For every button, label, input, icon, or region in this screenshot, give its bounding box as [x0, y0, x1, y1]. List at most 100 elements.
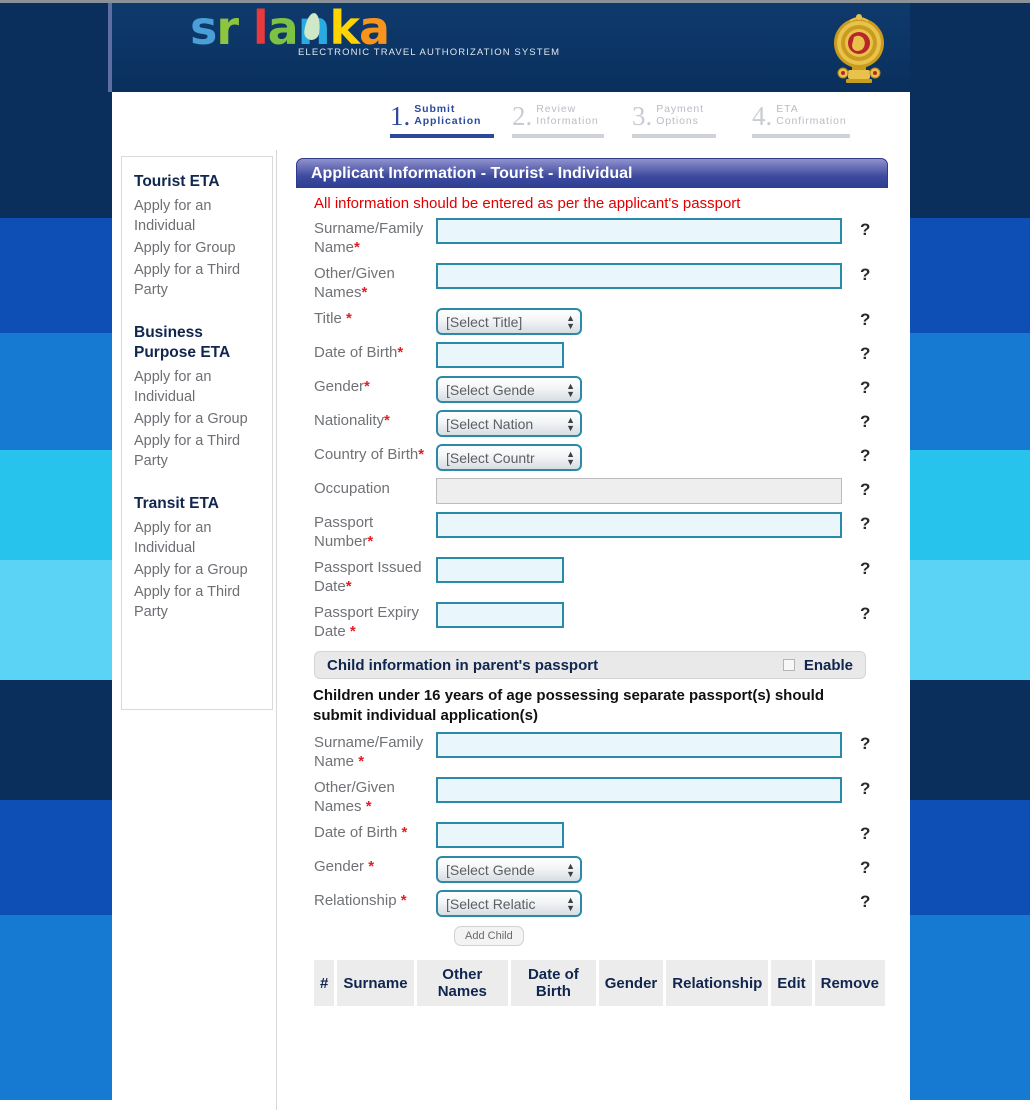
child-label-relationship: Relationship *	[314, 892, 407, 909]
label-passport-number: Passport Number*	[314, 514, 374, 550]
step-4[interactable]: 4. ETA Confirmation	[752, 102, 850, 138]
sidebar-right-rule	[276, 150, 277, 1110]
step-number: 1.	[390, 101, 411, 131]
help-icon-dob[interactable]: ?	[860, 340, 888, 364]
child-relationship-select[interactable]: [Select Relatic ▲ ▼	[436, 890, 582, 917]
child-table-header-cell: Edit	[771, 960, 812, 1006]
child-dob-input[interactable]	[436, 822, 564, 848]
child-label-given-names: Other/Given Names *	[314, 779, 395, 815]
child-label-dob: Date of Birth *	[314, 824, 408, 841]
nationality-select[interactable]: [Select Nation ▲ ▼	[436, 410, 582, 437]
sidebar-item-apply-for-an-individual[interactable]: Apply for an Individual	[134, 196, 260, 236]
chevron-updown-icon: ▲ ▼	[566, 448, 575, 467]
passport-expiry-input[interactable]	[436, 602, 564, 628]
step-label: Review Information	[536, 103, 599, 127]
child-field-row-given-names: Other/Given Names * ?	[296, 775, 888, 816]
help-icon-given-names[interactable]: ?	[860, 261, 888, 285]
field-row-passport-number: Passport Number* ?	[296, 510, 888, 551]
label-country-of-birth: Country of Birth*	[314, 446, 425, 463]
help-icon-passport-number[interactable]: ?	[860, 510, 888, 534]
help-icon-surname[interactable]: ?	[860, 216, 888, 240]
step-3[interactable]: 3. Payment Options	[632, 101, 716, 138]
child-field-row-dob: Date of Birth * ?	[296, 820, 888, 850]
surname-input[interactable]	[436, 218, 842, 244]
gender-select-value: [Select Gende	[446, 381, 535, 398]
child-table-header-cell: Remove	[814, 960, 885, 1006]
child-gender-select-value: [Select Gende	[446, 861, 535, 878]
applicant-form: Applicant Information - Tourist - Indivi…	[296, 158, 888, 1006]
step-number: 3.	[632, 101, 653, 131]
help-icon-child-surname[interactable]: ?	[860, 730, 888, 754]
add-child-button[interactable]: Add Child	[454, 926, 524, 946]
field-row-country-of-birth: Country of Birth* [Select Countr ▲ ▼ ?	[296, 442, 888, 472]
field-row-nationality: Nationality* [Select Nation ▲ ▼ ?	[296, 408, 888, 438]
chevron-updown-icon: ▲ ▼	[566, 860, 575, 879]
gender-select[interactable]: [Select Gende ▲ ▼	[436, 376, 582, 403]
child-enable-checkbox[interactable]	[782, 659, 795, 671]
dob-input[interactable]	[436, 342, 564, 368]
passport-number-input[interactable]	[436, 512, 842, 538]
child-table-header-row: # Surname Other Names Date of Birth Gender Re…	[314, 960, 885, 1006]
logo-letter: a	[359, 3, 390, 55]
child-field-row-surname: Surname/Family Name * ?	[296, 730, 888, 771]
help-icon-nationality[interactable]: ?	[860, 408, 888, 432]
child-surname-input[interactable]	[436, 732, 842, 758]
step-2[interactable]: 2. Review Information	[512, 102, 604, 138]
child-given-names-input[interactable]	[436, 777, 842, 803]
field-row-passport-issued: Passport Issued Date* ?	[296, 555, 888, 596]
title-select-value: [Select Title]	[446, 313, 523, 330]
sidebar-item-apply-for-an-individual[interactable]: Apply for an Individual	[134, 518, 260, 558]
title-select[interactable]: [Select Title] ▲ ▼	[436, 308, 582, 335]
child-field-row-relationship: Relationship * [Select Relatic ▲ ▼ ?	[296, 888, 888, 918]
help-icon-child-relationship[interactable]: ?	[860, 888, 888, 912]
child-table: # Surname Other Names Date of Birth Gender Re…	[311, 960, 888, 1006]
help-icon-country-of-birth[interactable]: ?	[860, 442, 888, 466]
passport-issued-input[interactable]	[436, 557, 564, 583]
help-icon-title[interactable]: ?	[860, 306, 888, 330]
logo-letter: a	[267, 3, 299, 55]
help-icon-child-given-names[interactable]: ?	[860, 775, 888, 799]
help-icon-child-gender[interactable]: ?	[860, 854, 888, 878]
given-names-input[interactable]	[436, 263, 842, 289]
help-icon-gender[interactable]: ?	[860, 374, 888, 398]
child-gender-select[interactable]: [Select Gende ▲ ▼	[436, 856, 582, 883]
child-label-gender: Gender *	[314, 858, 375, 875]
progress-steps: 1. Submit Application 2. Review Information 3.…	[112, 92, 910, 150]
logo-letter: k	[329, 3, 360, 55]
help-icon-occupation[interactable]: ?	[860, 476, 888, 500]
chevron-updown-icon: ▲ ▼	[566, 380, 575, 399]
occupation-input	[436, 478, 842, 504]
field-row-gender: Gender* [Select Gende ▲ ▼ ?	[296, 374, 888, 404]
help-icon-passport-issued[interactable]: ?	[860, 555, 888, 579]
chevron-updown-icon: ▲ ▼	[566, 414, 575, 433]
site-logo[interactable]: srilanka ELECTRONIC TRAVEL AUTHORIZATION…	[190, 3, 559, 58]
sidebar-item-apply-for-a-group[interactable]: Apply for a Group	[134, 560, 260, 580]
help-icon-passport-expiry[interactable]: ?	[860, 600, 888, 624]
field-row-surname: Surname/Family Name* ?	[296, 216, 888, 257]
step-label: Payment Options	[656, 103, 704, 127]
child-table-header-cell: Gender	[598, 960, 664, 1006]
label-occupation: Occupation	[314, 480, 390, 497]
field-row-occupation: Occupation ?	[296, 476, 888, 506]
child-enable-label: Enable	[803, 656, 853, 674]
logo-letter: r	[216, 3, 239, 55]
sidebar-item-apply-for-a-group[interactable]: Apply for a Group	[134, 409, 260, 429]
help-icon-child-dob[interactable]: ?	[860, 820, 888, 844]
sidebar-item-apply-for-group[interactable]: Apply for Group	[134, 238, 260, 258]
nationality-select-value: [Select Nation	[446, 415, 534, 432]
sidebar-heading: Transit ETA	[134, 495, 219, 512]
sidebar-item-apply-for-a-third-party[interactable]: Apply for a Third Party	[134, 582, 260, 622]
country-of-birth-select[interactable]: [Select Countr ▲ ▼	[436, 444, 582, 471]
field-row-given-names: Other/Given Names* ?	[296, 261, 888, 302]
form-note: All information should be entered as per…	[314, 195, 741, 212]
sidebar-item-apply-for-a-third-party[interactable]: Apply for a Third Party	[134, 431, 260, 471]
logo-letter: s	[190, 3, 217, 55]
sidebar-heading: Tourist ETA	[134, 173, 220, 190]
sidebar-item-apply-for-a-third-party[interactable]: Apply for a Third Party	[134, 260, 260, 300]
label-nationality: Nationality*	[314, 412, 390, 429]
step-underline	[752, 134, 850, 138]
sidebar-item-apply-for-an-individual[interactable]: Apply for an Individual	[134, 367, 260, 407]
site-tagline: ELECTRONIC TRAVEL AUTHORIZATION SYSTEM	[298, 47, 561, 58]
step-1[interactable]: 1. Submit Application	[390, 101, 494, 138]
